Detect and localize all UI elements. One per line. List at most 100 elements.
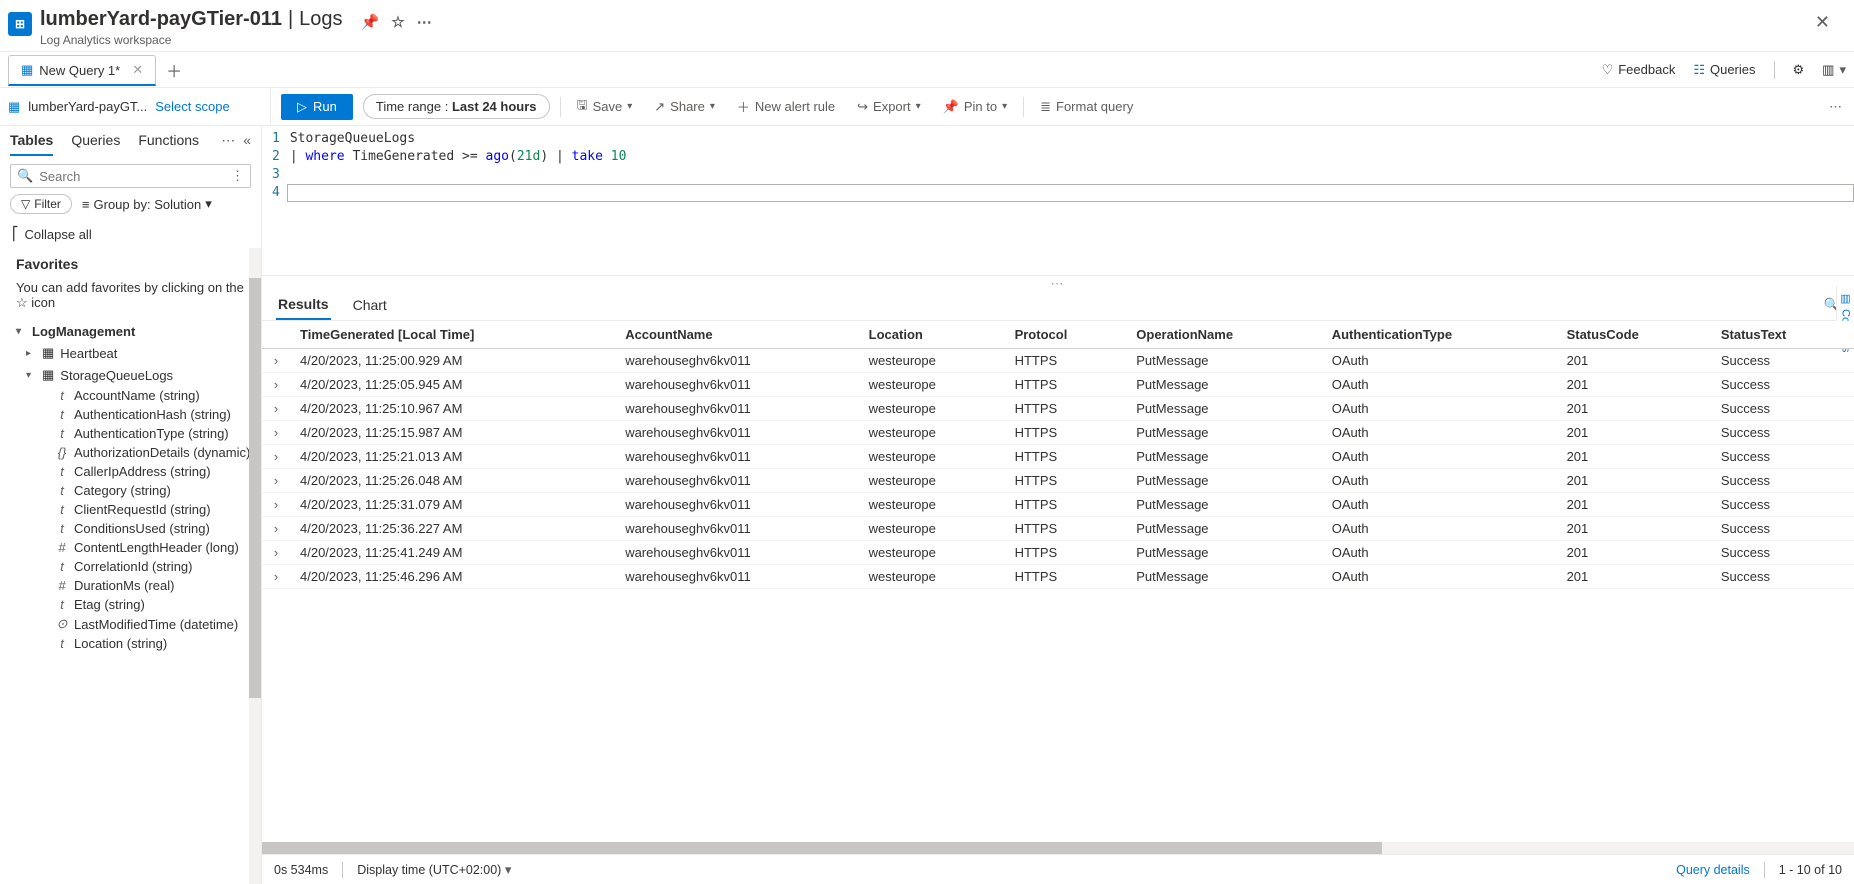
save-icon: 🖫 — [577, 96, 588, 118]
pager-text: 1 - 10 of 10 — [1779, 863, 1842, 877]
table-row[interactable]: ›4/20/2023, 11:25:21.013 AMwarehouseghv6… — [262, 445, 1854, 469]
schema-field[interactable]: tCorrelationId (string) — [26, 557, 257, 576]
table-row[interactable]: ›4/20/2023, 11:25:05.945 AMwarehouseghv6… — [262, 373, 1854, 397]
share-button[interactable]: ↗Share▾ — [648, 95, 721, 119]
schema-field[interactable]: {}AuthorizationDetails (dynamic) — [26, 443, 257, 462]
search-more-icon[interactable]: ⋮ — [231, 168, 244, 184]
search-input-wrap[interactable]: 🔍 ⋮ — [10, 164, 251, 188]
horizontal-scrollbar[interactable] — [262, 842, 1854, 854]
results-tab[interactable]: Results — [276, 290, 331, 320]
schema-field[interactable]: ⊙LastModifiedTime (datetime) — [26, 614, 257, 634]
expand-row-icon[interactable]: › — [262, 421, 290, 445]
resource-name: lumberYard-payGTier-011 — [40, 8, 282, 31]
export-icon: ↪ — [857, 99, 868, 115]
query-details-link[interactable]: Query details — [1676, 863, 1750, 877]
table-row[interactable]: ›4/20/2023, 11:25:15.987 AMwarehouseghv6… — [262, 421, 1854, 445]
chevron-down-icon: ▾ — [1839, 62, 1846, 78]
add-tab-button[interactable]: ＋ — [156, 52, 192, 88]
more-icon[interactable]: ⋯ — [417, 13, 432, 31]
schema-field[interactable]: tAuthenticationType (string) — [26, 424, 257, 443]
sidebar-scrollbar[interactable] — [249, 248, 261, 884]
expand-row-icon[interactable]: › — [262, 517, 290, 541]
display-time-button[interactable]: Display time (UTC+02:00) ▾ — [357, 862, 511, 878]
column-header[interactable]: AccountName — [615, 321, 858, 349]
column-header[interactable]: StatusCode — [1557, 321, 1711, 349]
play-icon: ▷ — [297, 99, 307, 115]
storagequeuelogs-table[interactable]: ▾▦StorageQueueLogs — [26, 364, 257, 386]
pin-icon[interactable]: 📌 — [361, 13, 380, 31]
filter-button[interactable]: ▽Filter — [10, 194, 72, 214]
panel-button[interactable]: ▥▾ — [1822, 62, 1846, 78]
heartbeat-table[interactable]: ▸▦Heartbeat — [26, 342, 257, 364]
table-row[interactable]: ›4/20/2023, 11:25:00.929 AMwarehouseghv6… — [262, 349, 1854, 373]
query-tab-label: New Query 1* — [39, 63, 120, 78]
schema-field[interactable]: tConditionsUsed (string) — [26, 519, 257, 538]
run-button[interactable]: ▷Run — [281, 94, 353, 120]
log-management-group[interactable]: ▾LogManagement — [4, 321, 257, 342]
close-tab-icon[interactable]: ✕ — [132, 62, 143, 78]
export-button[interactable]: ↪Export▾ — [851, 95, 927, 119]
column-header[interactable]: AuthenticationType — [1322, 321, 1557, 349]
type-icon: t — [56, 636, 68, 651]
table-row[interactable]: ›4/20/2023, 11:25:46.296 AMwarehouseghv6… — [262, 565, 1854, 589]
toolbar-more-button[interactable]: ⋯ — [1825, 95, 1846, 119]
expand-row-icon[interactable]: › — [262, 469, 290, 493]
schema-field[interactable]: #DurationMs (real) — [26, 576, 257, 595]
table-row[interactable]: ›4/20/2023, 11:25:26.048 AMwarehouseghv6… — [262, 469, 1854, 493]
column-header[interactable]: StatusText — [1711, 321, 1854, 349]
group-by-button[interactable]: ≡Group by: Solution▾ — [82, 196, 212, 212]
expand-row-icon[interactable]: › — [262, 445, 290, 469]
type-icon: t — [56, 559, 68, 574]
search-input[interactable] — [39, 169, 219, 184]
query-editor[interactable]: 1234 StorageQueueLogs| where TimeGenerat… — [262, 126, 1854, 276]
column-header[interactable]: TimeGenerated [Local Time] — [290, 321, 615, 349]
schema-field[interactable]: tAccountName (string) — [26, 386, 257, 405]
scope-icon: ▦ — [8, 99, 20, 115]
table-row[interactable]: ›4/20/2023, 11:25:31.079 AMwarehouseghv6… — [262, 493, 1854, 517]
settings-button[interactable]: ⚙ — [1793, 62, 1805, 78]
expand-row-icon[interactable]: › — [262, 373, 290, 397]
column-header[interactable]: Protocol — [1005, 321, 1127, 349]
table-row[interactable]: ›4/20/2023, 11:25:41.249 AMwarehouseghv6… — [262, 541, 1854, 565]
star-icon[interactable]: ☆ — [391, 13, 404, 31]
close-button[interactable]: ✕ — [1807, 8, 1838, 37]
split-handle[interactable]: ⋯ — [262, 276, 1854, 286]
schema-field[interactable]: tCallerIpAddress (string) — [26, 462, 257, 481]
schema-field[interactable]: #ContentLengthHeader (long) — [26, 538, 257, 557]
select-scope-link[interactable]: Select scope — [155, 99, 229, 114]
panel-icon: ▥ — [1822, 62, 1834, 78]
type-icon: t — [56, 388, 68, 403]
column-header[interactable]: Location — [859, 321, 1005, 349]
time-range-button[interactable]: Time range : Last 24 hours — [363, 94, 550, 119]
schema-field[interactable]: tCategory (string) — [26, 481, 257, 500]
results-table: TimeGenerated [Local Time]AccountNameLoc… — [262, 321, 1854, 589]
schema-field[interactable]: tAuthenticationHash (string) — [26, 405, 257, 424]
expand-row-icon[interactable]: › — [262, 493, 290, 517]
queries-tab[interactable]: Queries — [71, 132, 120, 156]
new-alert-button[interactable]: ＋New alert rule — [731, 93, 841, 120]
favorites-heading: Favorites — [4, 248, 257, 280]
schema-field[interactable]: tClientRequestId (string) — [26, 500, 257, 519]
format-query-button[interactable]: ≣Format query — [1034, 95, 1139, 119]
tables-tab[interactable]: Tables — [10, 132, 53, 156]
chart-tab[interactable]: Chart — [351, 291, 389, 319]
table-row[interactable]: ›4/20/2023, 11:25:10.967 AMwarehouseghv6… — [262, 397, 1854, 421]
expand-row-icon[interactable]: › — [262, 349, 290, 373]
functions-tab[interactable]: Functions — [138, 132, 199, 156]
save-button[interactable]: 🖫Save▾ — [571, 92, 639, 122]
expand-row-icon[interactable]: › — [262, 397, 290, 421]
schema-field[interactable]: tLocation (string) — [26, 634, 257, 653]
table-row[interactable]: ›4/20/2023, 11:25:36.227 AMwarehouseghv6… — [262, 517, 1854, 541]
collapse-all-button[interactable]: ⎡Collapse all — [0, 220, 261, 248]
expand-row-icon[interactable]: › — [262, 565, 290, 589]
chevron-down-icon: ▾ — [1002, 101, 1007, 112]
queries-button[interactable]: ☷Queries — [1693, 62, 1755, 78]
expand-row-icon[interactable]: › — [262, 541, 290, 565]
feedback-button[interactable]: ♡Feedback — [1602, 62, 1676, 78]
schema-field[interactable]: tEtag (string) — [26, 595, 257, 614]
collapse-sidebar-icon[interactable]: « — [243, 132, 251, 156]
query-tab[interactable]: ▦ New Query 1* ✕ — [8, 55, 156, 86]
pin-to-button[interactable]: 📌Pin to▾ — [937, 95, 1013, 119]
sidebar-more-icon[interactable]: ⋯ — [221, 132, 235, 156]
column-header[interactable]: OperationName — [1126, 321, 1321, 349]
